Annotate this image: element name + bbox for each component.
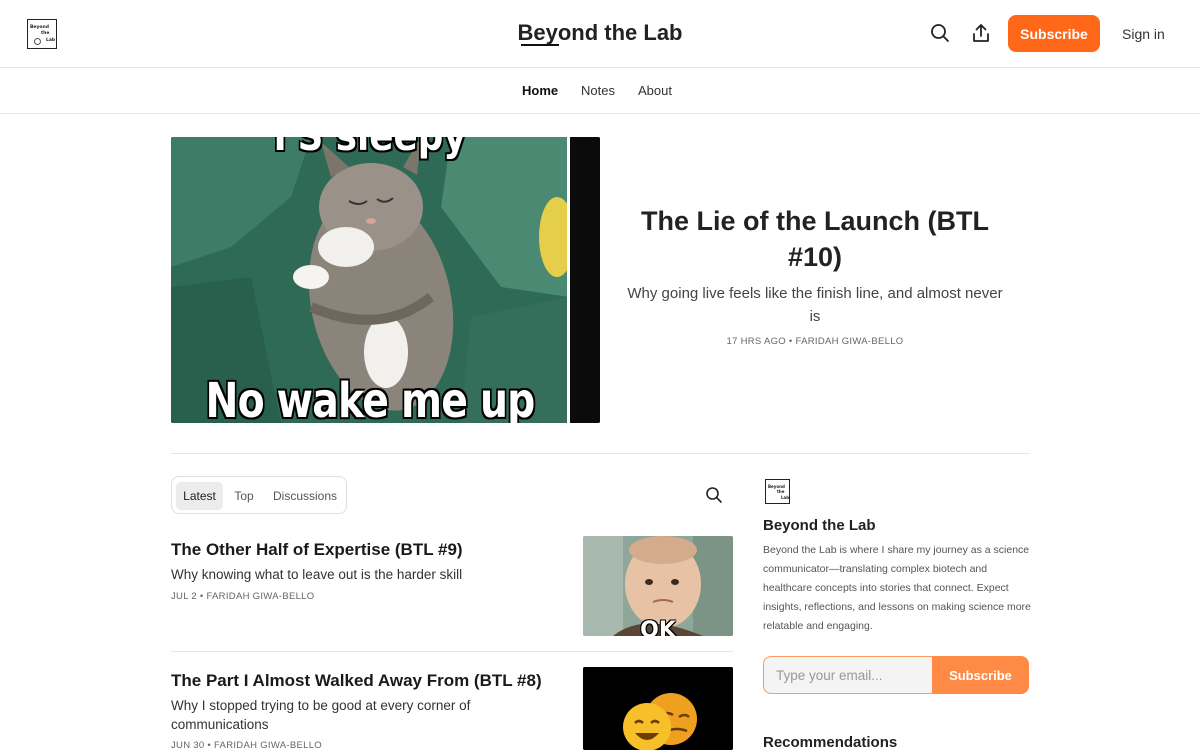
email-subscribe-form: Subscribe <box>763 656 1029 694</box>
hero-image-caption-bottom: No wake me up <box>205 373 535 423</box>
search-icon[interactable] <box>705 486 723 504</box>
nav-item-notes[interactable]: Notes <box>581 83 615 98</box>
post-meta: JUL 2 • FARIDAH GIWA-BELLO <box>171 591 315 602</box>
post-thumbnail[interactable] <box>583 667 733 750</box>
hero-post-subtitle: Why going live feels like the finish lin… <box>627 285 1003 325</box>
sidebar-title[interactable]: Beyond the Lab <box>763 517 876 534</box>
recommendations-heading: Recommendations <box>763 734 898 750</box>
nav-item-about[interactable]: About <box>638 83 672 98</box>
nav-active-indicator <box>521 44 559 46</box>
post-subtitle: Why I stopped trying to be good at every… <box>171 698 471 732</box>
search-icon[interactable] <box>929 22 953 46</box>
post-title[interactable]: The Part I Almost Walked Away From (BTL … <box>171 671 571 691</box>
sidebar-subscribe-button[interactable]: Subscribe <box>932 656 1029 694</box>
section-divider <box>171 453 1030 454</box>
hero-post-meta: 17 HRS AGO • FARIDAH GIWA-BELLO <box>726 336 904 347</box>
hero-image-caption-top: I'S sleepy <box>201 137 539 160</box>
hero-post-title[interactable]: The Lie of the Launch (BTL #10) <box>615 203 1015 275</box>
post-filter-tabs: Latest Top Discussions <box>171 476 347 514</box>
post-title[interactable]: The Other Half of Expertise (BTL #9) <box>171 540 571 560</box>
top-bar: Beyond the Lab Beyond the Lab Subscribe … <box>0 0 1200 68</box>
tab-latest[interactable]: Latest <box>176 482 223 510</box>
hero-image[interactable]: I'S sleepy No wake me up <box>171 137 600 423</box>
post-subtitle: Why knowing what to leave out is the har… <box>171 567 463 582</box>
nav-item-home[interactable]: Home <box>522 83 558 98</box>
post-meta: JUN 30 • FARIDAH GIWA-BELLO <box>171 740 322 750</box>
tab-discussions[interactable]: Discussions <box>268 482 342 510</box>
sign-in-link[interactable]: Sign in <box>1122 26 1165 42</box>
sidebar-logo[interactable]: Beyond the Lab <box>765 479 790 504</box>
sidebar-logo-line-3: Lab <box>781 495 790 500</box>
sidebar-description: Beyond the Lab is where I share my journ… <box>763 544 1031 632</box>
subscribe-button[interactable]: Subscribe <box>1008 15 1100 52</box>
tab-top[interactable]: Top <box>227 482 261 510</box>
share-icon[interactable] <box>970 22 994 46</box>
sidebar-logo-line-2: the <box>777 489 785 494</box>
email-field[interactable] <box>763 656 943 694</box>
main-nav: Home Notes About <box>0 68 1200 114</box>
post-thumbnail[interactable]: OK <box>583 536 733 636</box>
post-thumbnail-caption: OK <box>640 618 676 636</box>
post-divider <box>171 651 733 652</box>
